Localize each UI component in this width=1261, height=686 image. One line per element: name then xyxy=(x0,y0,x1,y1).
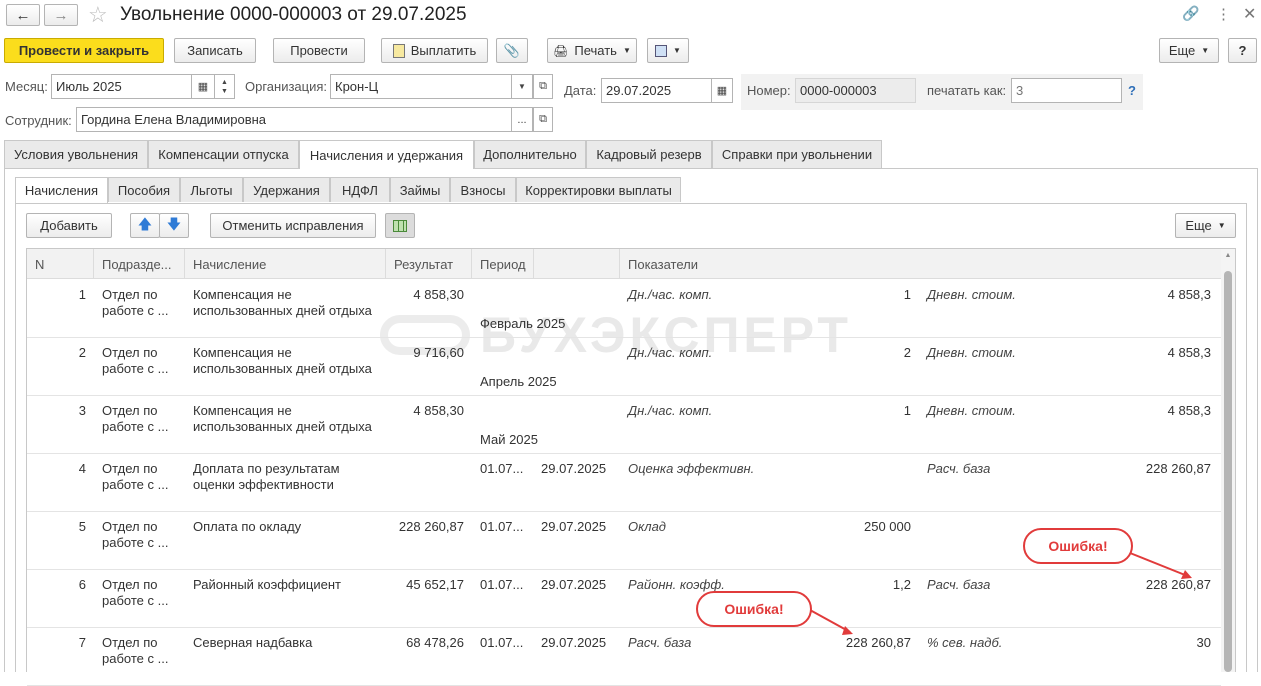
callout-arrow-line xyxy=(1129,552,1191,578)
callout-arrow-line xyxy=(809,609,851,633)
error-callout: Ошибка! xyxy=(1023,528,1133,564)
callout-arrow-head xyxy=(842,626,853,635)
error-callout: Ошибка! xyxy=(696,591,812,627)
callout-arrows xyxy=(809,552,1192,635)
